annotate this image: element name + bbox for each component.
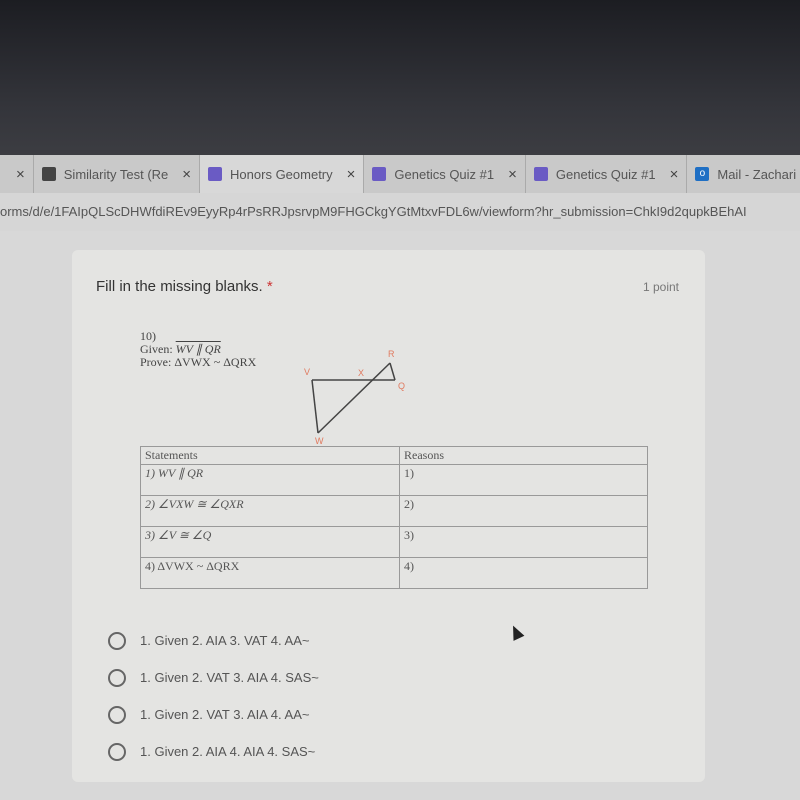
classroom-icon — [41, 167, 56, 181]
option-3[interactable]: 1. Given 2. VAT 3. AIA 4. AA~ — [108, 696, 319, 733]
tab-similarity-test[interactable]: Similarity Test (Re × — [34, 155, 201, 193]
tab-mail[interactable]: o Mail - Zachari — [687, 155, 800, 193]
close-icon[interactable]: × — [508, 166, 517, 183]
option-1[interactable]: 1. Given 2. AIA 3. VAT 4. AA~ — [108, 622, 319, 659]
label-r: R — [388, 349, 395, 359]
table-header: Statements Reasons — [140, 446, 648, 465]
close-icon[interactable]: × — [670, 166, 679, 183]
tab-0[interactable]: × — [0, 155, 34, 193]
table-row: 1) WV ∥ QR 1) — [140, 464, 648, 496]
label-x: X — [358, 368, 364, 378]
screen-bezel — [0, 0, 800, 155]
question-card: Fill in the missing blanks. * 1 point 10… — [72, 250, 705, 782]
points-label: 1 point — [642, 280, 679, 294]
forms-icon — [208, 167, 223, 181]
close-icon[interactable]: × — [182, 166, 191, 183]
question-title: Fill in the missing blanks. * — [96, 278, 273, 295]
answer-options: 1. Given 2. AIA 3. VAT 4. AA~ 1. Given 2… — [108, 622, 319, 770]
tab-honors-geometry[interactable]: Honors Geometry × — [200, 155, 365, 193]
radio-button[interactable] — [108, 705, 126, 724]
label-q: Q — [398, 381, 405, 391]
radio-button[interactable] — [108, 742, 126, 761]
forms-icon — [372, 167, 387, 181]
outlook-icon: o — [695, 167, 710, 181]
forms-icon — [533, 167, 548, 181]
close-icon[interactable]: × — [347, 166, 356, 183]
required-marker: * — [266, 278, 273, 295]
problem-statement: 10) Given: WV ∥ QR Prove: ΔVWX ~ ΔQRX — [140, 329, 257, 369]
table-row: 3) ∠V ≅ ∠Q 3) — [140, 526, 648, 558]
close-icon[interactable]: × — [16, 166, 25, 183]
table-row: 4) ΔVWX ~ ΔQRX 4) — [140, 557, 648, 589]
triangle-diagram: V X R Q W — [304, 349, 405, 445]
option-2[interactable]: 1. Given 2. VAT 3. AIA 4. SAS~ — [108, 659, 319, 696]
tab-genetics-quiz-1[interactable]: Genetics Quiz #1 × — [364, 155, 526, 193]
radio-button[interactable] — [108, 631, 126, 650]
address-bar[interactable]: orms/d/e/1FAIpQLScDHWfdiREv9EyyRp4rPsRRJ… — [0, 193, 800, 231]
tab-bar: × Similarity Test (Re × Honors Geometry × … — [0, 155, 800, 193]
option-4[interactable]: 1. Given 2. AIA 4. AIA 4. SAS~ — [108, 733, 319, 770]
label-v: V — [304, 367, 310, 377]
label-w: W — [315, 436, 324, 445]
radio-button[interactable] — [108, 668, 126, 687]
tab-genetics-quiz-2[interactable]: Genetics Quiz #1 × — [526, 155, 688, 193]
table-row: 2) ∠VXW ≅ ∠QXR 2) — [140, 495, 648, 527]
proof-table: Statements Reasons 1) WV ∥ QR 1) 2) ∠VXW ≅… — [140, 446, 648, 589]
